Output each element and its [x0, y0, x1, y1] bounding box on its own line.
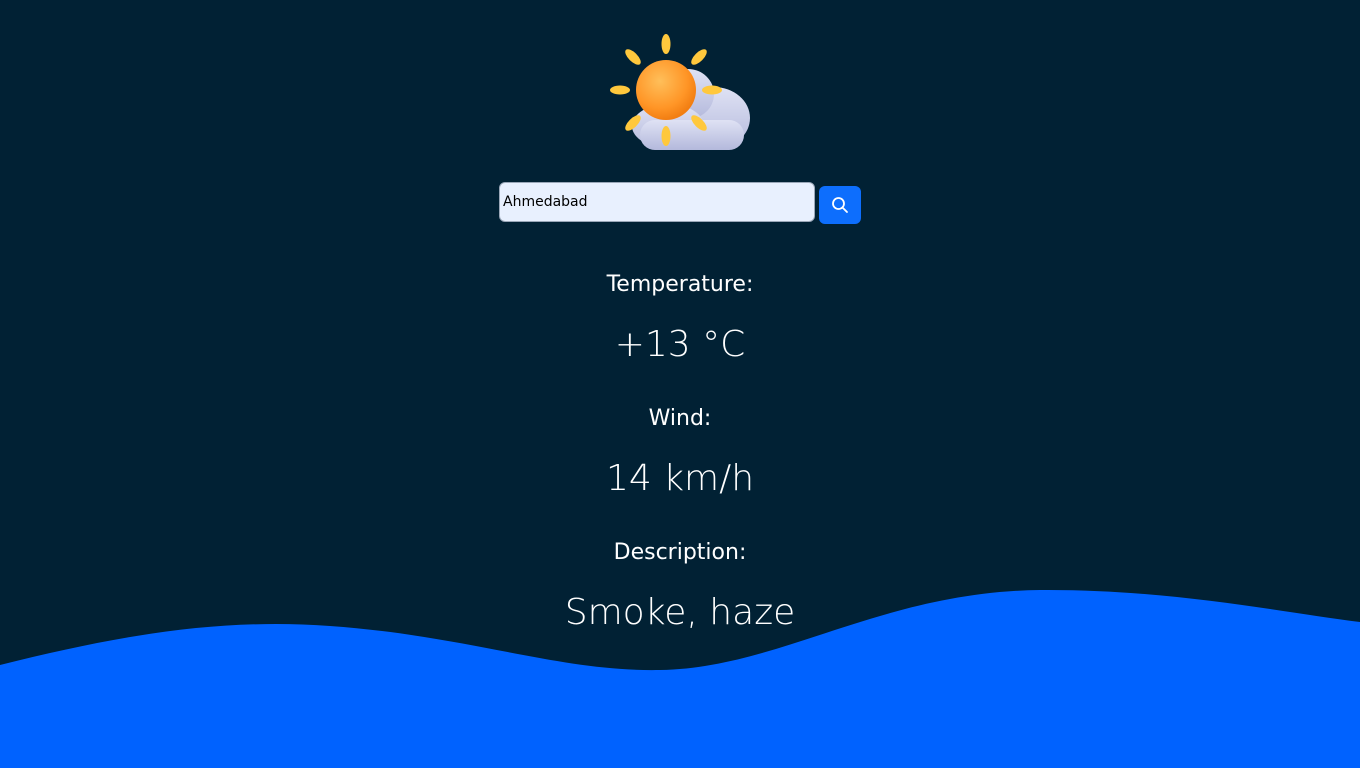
search-icon: [832, 197, 848, 213]
search-bar: [499, 182, 861, 224]
description-label: Description:: [613, 540, 747, 565]
search-button[interactable]: [819, 186, 861, 224]
search-input[interactable]: [499, 182, 815, 222]
wind-label: Wind:: [648, 406, 712, 431]
sun-behind-cloud-icon: [610, 34, 750, 150]
temperature-value: +13 °C: [614, 324, 746, 365]
wind-value: 14 km/h: [605, 458, 755, 499]
temperature-label: Temperature:: [606, 272, 754, 297]
description-value: Smoke, haze: [564, 592, 796, 633]
weather-app: Temperature: +13 °C Wind: 14 km/h Descri…: [0, 0, 1360, 768]
